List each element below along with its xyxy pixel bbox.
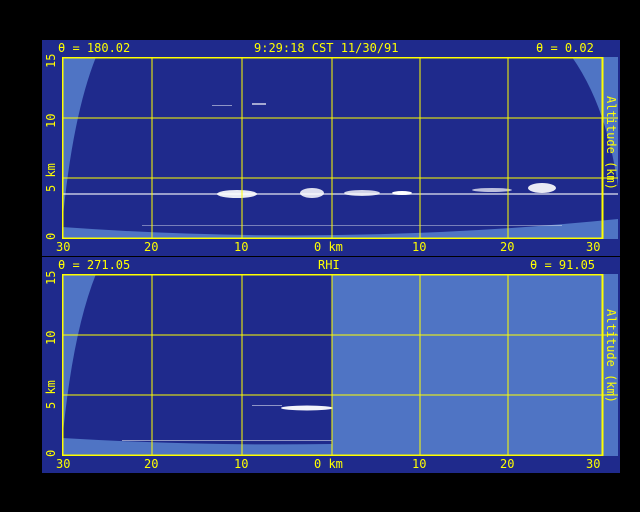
top-xtick-10-left: 10 [234, 240, 249, 254]
top-ytick-5: 5 km [44, 163, 58, 192]
top-xtick-20-left: 20 [144, 240, 159, 254]
top-left-scan-edge [62, 57, 96, 227]
top-altitude-label: Altitude (km) [604, 96, 618, 190]
top-ground-clutter [62, 219, 618, 239]
top-ytick-10: 10 [44, 113, 58, 128]
top-header: θ = 180.02 9:29:18 CST 11/30/91 θ = 0.02 [42, 40, 620, 56]
bottom-xtick-30-right: 30 [586, 457, 601, 471]
bottom-xtick-20-right: 20 [500, 457, 515, 471]
bottom-right-azimuth: θ = 91.05 [530, 258, 596, 272]
top-plot-svg [62, 57, 618, 239]
top-ytick-0: 0 [44, 232, 58, 240]
bottom-xtick-10-right: 10 [412, 457, 427, 471]
top-rhi-panel: θ = 180.02 9:29:18 CST 11/30/91 θ = 0.02 [42, 40, 620, 256]
bottom-xtick-10-left: 10 [234, 457, 249, 471]
bottom-ytick-0: 0 [44, 449, 58, 457]
bottom-xtick-30-left: 30 [56, 457, 71, 471]
bottom-ytick-5: 5 km [44, 380, 58, 409]
top-xtick-30-right: 30 [586, 240, 601, 254]
top-xtick-20-right: 20 [500, 240, 515, 254]
top-left-azimuth: θ = 180.02 [58, 41, 131, 55]
top-timestamp: 9:29:18 CST 11/30/91 [254, 41, 399, 55]
bottom-ytick-15: 15 [44, 270, 58, 285]
bottom-mode-label: RHI [318, 258, 340, 272]
bottom-ytick-10: 10 [44, 330, 58, 345]
top-ytick-15: 15 [44, 53, 58, 68]
bottom-rhi-panel: θ = 271.05 RHI θ = 91.05 0 5 km 10 15 Al… [42, 257, 620, 473]
bottom-left-scan-edge [62, 274, 96, 444]
bottom-xtick-0: 0 km [314, 457, 343, 471]
bottom-plot-area [62, 274, 618, 456]
bottom-altitude-label: Altitude (km) [604, 309, 618, 403]
bottom-plot-svg [62, 274, 618, 456]
top-xtick-30-left: 30 [56, 240, 71, 254]
bottom-left-azimuth: θ = 271.05 [58, 258, 131, 272]
top-right-azimuth: θ = 0.02 [536, 41, 594, 55]
top-plot-area [62, 57, 618, 239]
top-xtick-10-right: 10 [412, 240, 427, 254]
top-grid [62, 57, 618, 239]
bottom-echo-layer [122, 405, 333, 441]
bottom-xtick-20-left: 20 [144, 457, 159, 471]
bottom-no-data-region [332, 274, 618, 456]
bottom-header: θ = 271.05 RHI θ = 91.05 [42, 257, 620, 273]
top-xtick-0: 0 km [314, 240, 343, 254]
top-echo-layer [62, 103, 618, 226]
